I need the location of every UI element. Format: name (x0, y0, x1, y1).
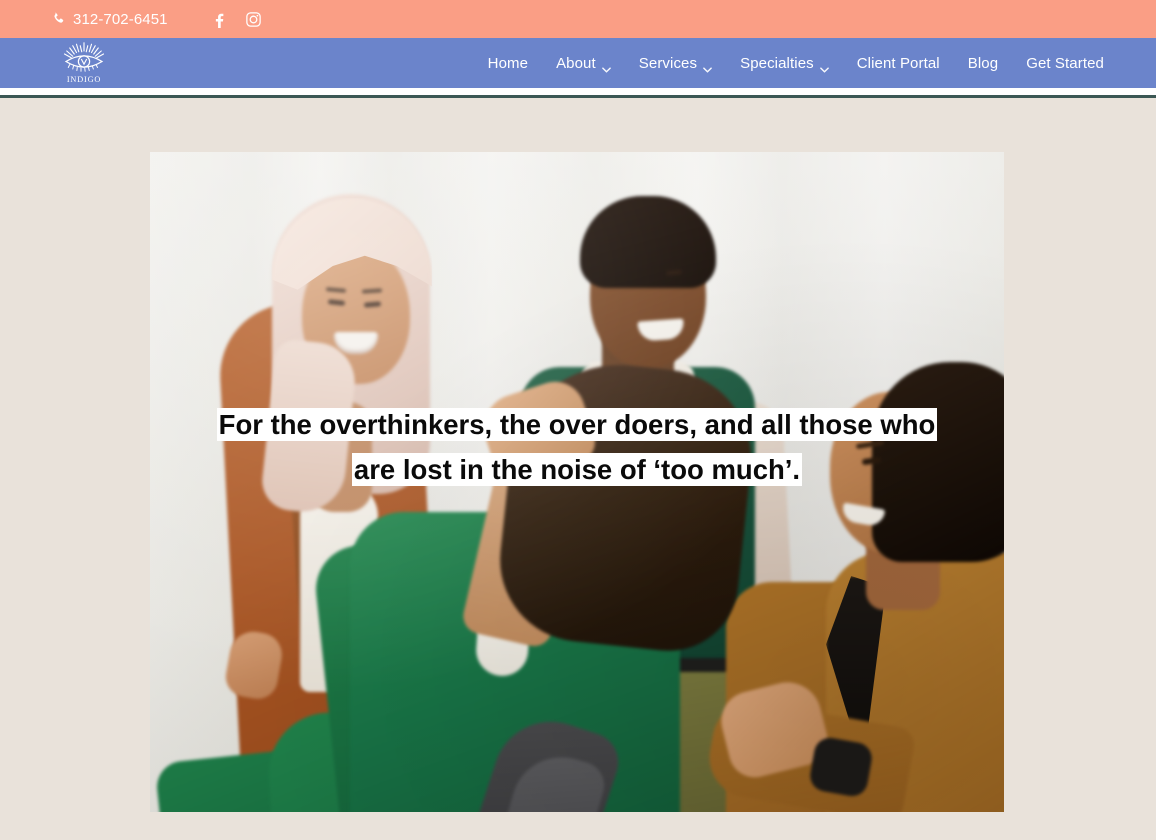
phone-number: 312-702-6451 (73, 10, 168, 28)
social-links (210, 11, 262, 28)
hero-section: For the overthinkers, the over doers, an… (150, 152, 1004, 812)
nav-item-label: Services (638, 54, 698, 72)
nav-item-label: Home (487, 54, 529, 72)
nav-item-blog[interactable]: Blog (954, 55, 1012, 72)
wristwatch (807, 735, 875, 799)
nav-item-get-started[interactable]: Get Started (1012, 55, 1104, 72)
nav-menu: Home About Services Specialties Client P… (474, 54, 1104, 73)
chevron-down-icon (703, 60, 712, 73)
nav-item-client-portal[interactable]: Client Portal (843, 55, 954, 72)
nav-item-about[interactable]: About (542, 54, 625, 73)
main-navigation-bar: INDIGO Home About Services Specialties C… (0, 38, 1156, 88)
nav-item-specialties[interactable]: Specialties (726, 54, 843, 73)
nav-item-label: Blog (967, 54, 999, 72)
indigo-logo[interactable]: INDIGO (60, 41, 108, 85)
instagram-icon[interactable] (245, 11, 262, 28)
top-utility-bar: 312-702-6451 (0, 0, 1156, 38)
nav-item-home[interactable]: Home (474, 55, 542, 72)
nav-item-label: Get Started (1026, 54, 1104, 72)
phone-link[interactable]: 312-702-6451 (52, 11, 168, 28)
nav-item-label: About (556, 54, 596, 72)
logo-wordmark: INDIGO (67, 75, 101, 84)
chevron-down-icon (819, 60, 829, 73)
nav-item-label: Specialties (740, 54, 814, 72)
nav-underline-strip (0, 88, 1156, 95)
facebook-icon[interactable] (210, 11, 227, 28)
hero-photo (150, 152, 1004, 812)
chevron-down-icon (601, 60, 611, 73)
person-mustard-hair (872, 362, 1004, 562)
phone-icon (52, 12, 66, 26)
nav-item-services[interactable]: Services (625, 54, 726, 73)
page-body: For the overthinkers, the over doers, an… (0, 98, 1156, 840)
nav-item-label: Client Portal (856, 54, 940, 72)
